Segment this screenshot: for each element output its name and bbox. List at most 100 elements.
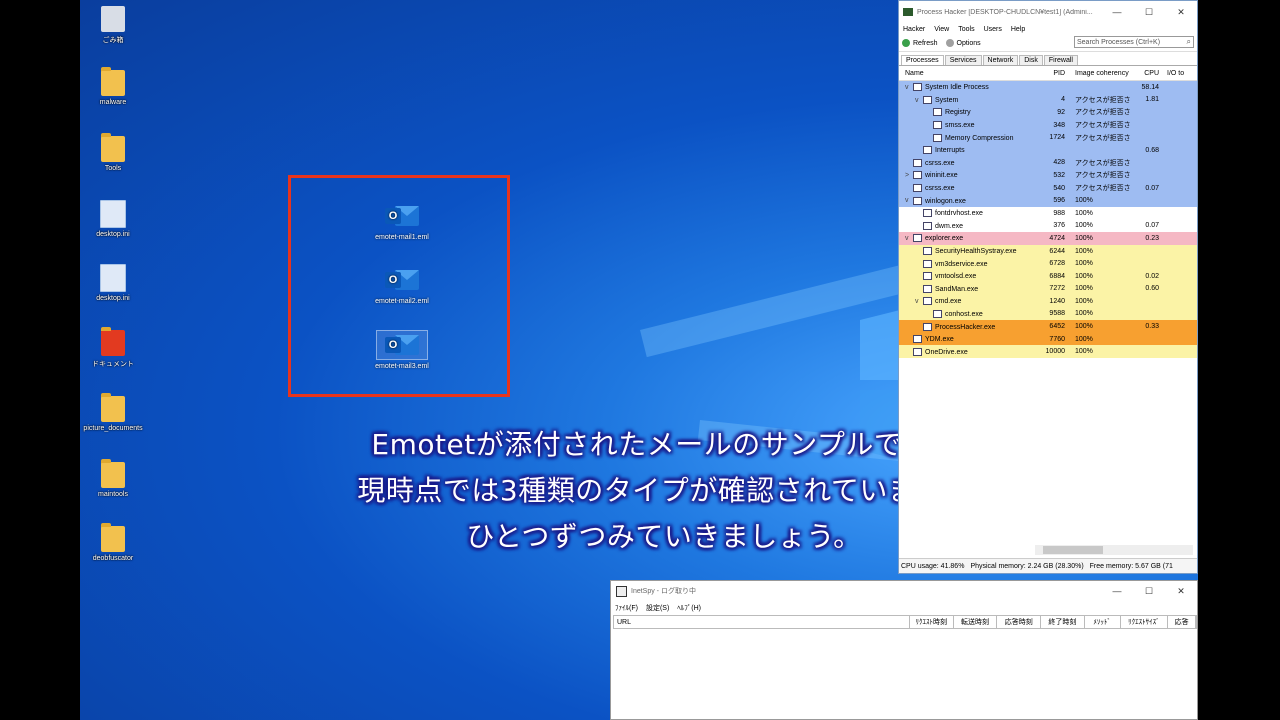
- process-row[interactable]: vm3dservice.exe 6728 100%: [899, 257, 1197, 270]
- process-name: SecurityHealthSystray.exe: [935, 247, 1017, 255]
- tree-toggle-icon[interactable]: v: [905, 197, 913, 204]
- menu-help[interactable]: Help: [1011, 26, 1025, 33]
- process-row[interactable]: v System Idle Process 58.14: [899, 81, 1197, 94]
- column-header-image-coherency[interactable]: Image coherency: [1065, 70, 1131, 77]
- process-row[interactable]: Registry 92 アクセスが拒否さ...: [899, 106, 1197, 119]
- inetspy-title-bar[interactable]: InetSpy - ログ取り中 — ☐ ✕: [611, 581, 1197, 601]
- process-icon: [913, 347, 922, 356]
- menu-help[interactable]: ﾍﾙﾌﾟ(H): [677, 603, 701, 613]
- column-header-request-size[interactable]: ﾘｸｴｽﾄｻｲｽﾞ: [1121, 616, 1169, 628]
- process-row[interactable]: > wininit.exe 532 アクセスが拒否さ...: [899, 169, 1197, 182]
- process-row[interactable]: csrss.exe 428 アクセスが拒否さ...: [899, 156, 1197, 170]
- tree-toggle-icon[interactable]: v: [915, 97, 923, 104]
- process-image-coherency: 100%: [1075, 247, 1093, 255]
- process-row[interactable]: v winlogon.exe 596 100%: [899, 194, 1197, 207]
- process-row[interactable]: csrss.exe 540 アクセスが拒否さ... 0.07: [899, 181, 1197, 195]
- scrollbar-thumb[interactable]: [1043, 546, 1103, 554]
- process-row[interactable]: conhost.exe 9588 100%: [899, 307, 1197, 321]
- process-row[interactable]: v System 4 アクセスが拒否さ... 1.81: [899, 93, 1197, 107]
- process-icon: [913, 184, 922, 193]
- tree-toggle-icon[interactable]: >: [905, 172, 913, 179]
- inetspy-window[interactable]: InetSpy - ログ取り中 — ☐ ✕ ﾌｧｲﾙ(F) 設定(S) ﾍﾙﾌﾟ…: [610, 580, 1198, 720]
- gear-icon: [945, 39, 954, 47]
- process-icon: [913, 196, 922, 205]
- menu-hacker[interactable]: Hacker: [903, 26, 925, 33]
- column-header-transfer-time[interactable]: 転送時刻: [954, 616, 998, 628]
- process-row[interactable]: vmtoolsd.exe 6884 100% 0.02: [899, 269, 1197, 283]
- close-button[interactable]: ✕: [1165, 586, 1197, 597]
- horizontal-scrollbar[interactable]: [1035, 545, 1193, 555]
- title-bar[interactable]: Process Hacker [DESKTOP-CHUDLCN¥test1] (…: [899, 1, 1197, 23]
- process-row[interactable]: SandMan.exe 7272 100% 0.60: [899, 282, 1197, 296]
- desktop-icon[interactable]: ドキュメント: [80, 327, 148, 369]
- process-name: fontdrvhost.exe: [935, 210, 983, 218]
- options-button[interactable]: Options: [945, 39, 981, 47]
- process-row[interactable]: Memory Compression 1724 アクセスが拒否さ...: [899, 131, 1197, 144]
- process-name: csrss.exe: [925, 159, 955, 167]
- process-row[interactable]: v cmd.exe 1240 100%: [899, 295, 1197, 308]
- desktop-icon[interactable]: Tools: [80, 133, 148, 172]
- minimize-button[interactable]: —: [1101, 586, 1133, 596]
- column-header-io[interactable]: I/O to: [1159, 70, 1187, 77]
- process-row[interactable]: SecurityHealthSystray.exe 6244 100%: [899, 244, 1197, 258]
- desktop-icon[interactable]: desktop.ini: [80, 264, 148, 302]
- column-header-request-time[interactable]: ﾘｸｴｽﾄ時刻: [910, 616, 954, 628]
- tree-toggle-icon[interactable]: v: [905, 235, 913, 242]
- process-row[interactable]: OneDrive.exe 10000 100%: [899, 345, 1197, 359]
- tab-services[interactable]: Services: [944, 55, 982, 65]
- process-row[interactable]: Interrupts 0.68: [899, 143, 1197, 157]
- process-pid: 10000: [1045, 348, 1065, 356]
- process-image-coherency: アクセスが拒否さ...: [1075, 96, 1131, 104]
- column-header-end-time[interactable]: 終了時刻: [1041, 616, 1085, 628]
- menu-users[interactable]: Users: [984, 26, 1002, 33]
- column-header-pid[interactable]: PID: [1037, 70, 1065, 77]
- process-hacker-window[interactable]: Process Hacker [DESKTOP-CHUDLCN¥test1] (…: [898, 0, 1198, 574]
- menu-file[interactable]: ﾌｧｲﾙ(F): [615, 603, 638, 613]
- close-button[interactable]: ✕: [1165, 7, 1197, 18]
- menu-tools[interactable]: Tools: [958, 26, 974, 33]
- desktop-icon[interactable]: desktop.ini: [80, 200, 148, 238]
- tree-toggle-icon[interactable]: v: [915, 298, 923, 305]
- column-header-response[interactable]: 応答: [1168, 616, 1196, 628]
- tab-firewall[interactable]: Firewall: [1043, 55, 1078, 65]
- process-name: vm3dservice.exe: [935, 260, 988, 268]
- minimize-button[interactable]: —: [1101, 7, 1133, 17]
- process-icon: [933, 309, 942, 318]
- tab-processes[interactable]: Processes: [901, 55, 944, 65]
- maximize-button[interactable]: ☐: [1133, 7, 1165, 18]
- process-row[interactable]: ProcessHacker.exe 6452 100% 0.33: [899, 320, 1197, 333]
- process-row[interactable]: smss.exe 348 アクセスが拒否さ...: [899, 118, 1197, 132]
- search-input[interactable]: Search Processes (Ctrl+K) ⌕: [1074, 36, 1194, 48]
- process-icon: [923, 284, 932, 293]
- eml-file-label: emotet-mail2.eml: [375, 298, 429, 305]
- tree-toggle-icon[interactable]: v: [905, 84, 913, 91]
- tab-network[interactable]: Network: [982, 55, 1019, 65]
- process-image-coherency: アクセスが拒否さ...: [1075, 159, 1131, 167]
- column-header-method[interactable]: ﾒｿｯﾄﾞ: [1085, 616, 1121, 628]
- process-image-coherency: 100%: [1075, 335, 1093, 343]
- process-row[interactable]: YDM.exe 7760 100%: [899, 332, 1197, 346]
- menu-view[interactable]: View: [934, 26, 949, 33]
- maximize-button[interactable]: ☐: [1133, 586, 1165, 597]
- process-icon: [923, 209, 932, 218]
- eml-file-icon[interactable]: Oemotet-mail1.eml: [362, 202, 442, 241]
- menu-settings[interactable]: 設定(S): [646, 603, 669, 613]
- refresh-button[interactable]: Refresh: [902, 39, 938, 47]
- process-name-cell: vmtoolsd.exe: [899, 272, 1037, 281]
- eml-file-icon[interactable]: Oemotet-mail3.eml: [362, 330, 442, 370]
- process-name-cell: csrss.exe: [899, 184, 1037, 193]
- inetspy-window-title: InetSpy - ログ取り中: [631, 588, 696, 595]
- process-cpu: 0.07: [1145, 222, 1159, 230]
- desktop-icon[interactable]: malware: [80, 67, 148, 106]
- column-header-response-time[interactable]: 応答時刻: [997, 616, 1042, 628]
- tab-disk[interactable]: Disk: [1019, 55, 1043, 65]
- column-header-cpu[interactable]: CPU: [1131, 70, 1159, 77]
- desktop-icon[interactable]: ごみ箱: [80, 6, 148, 45]
- process-row[interactable]: dwm.exe 376 100% 0.07: [899, 219, 1197, 233]
- process-row[interactable]: fontdrvhost.exe 988 100%: [899, 206, 1197, 220]
- eml-file-icon[interactable]: Oemotet-mail2.eml: [362, 266, 442, 305]
- column-header-name[interactable]: Name: [899, 70, 1037, 77]
- column-header-url[interactable]: URL: [614, 616, 910, 628]
- process-name-cell: smss.exe: [899, 121, 1037, 130]
- process-row[interactable]: v explorer.exe 4724 100% 0.23: [899, 232, 1197, 245]
